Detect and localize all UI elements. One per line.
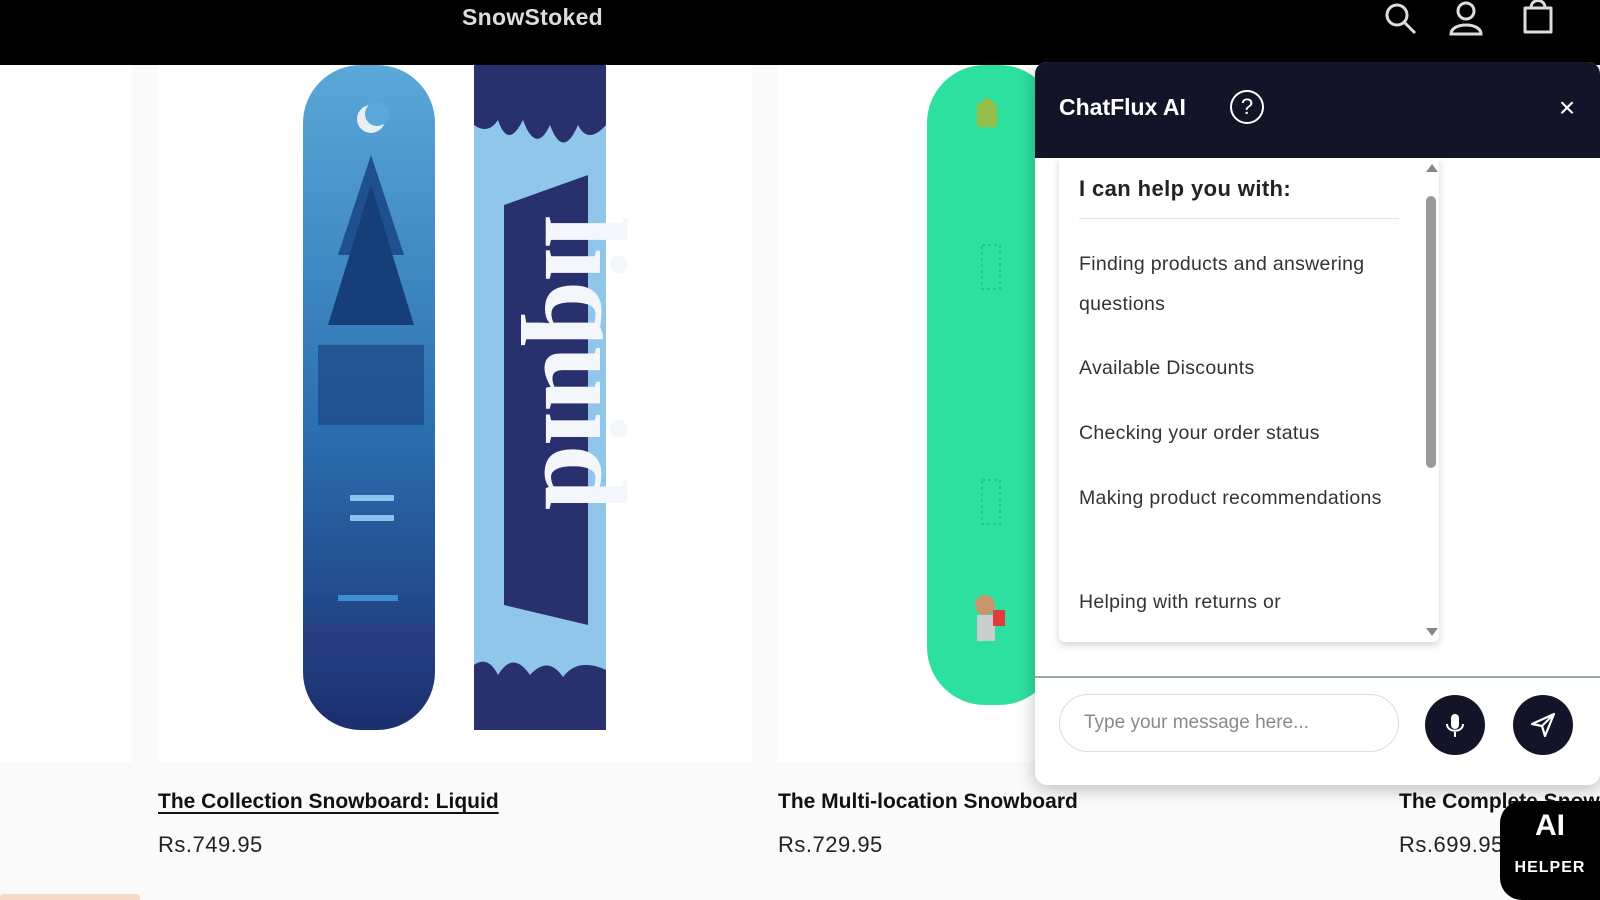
product-title[interactable]: The Multi-location Snowboard (778, 790, 1078, 814)
close-icon[interactable]: × (1551, 92, 1583, 124)
scroll-down-icon[interactable] (1426, 628, 1438, 636)
help-item: Making product recommendations (1079, 487, 1382, 509)
scroll-up-icon[interactable] (1426, 164, 1438, 172)
search-icon[interactable] (1382, 0, 1418, 36)
product-image-collection-snowboard[interactable]: liquid (158, 65, 752, 762)
cart-icon[interactable] (1520, 0, 1556, 36)
help-panel: I can help you with: Finding products an… (1059, 158, 1439, 642)
svg-text:liquid: liquid (520, 215, 651, 510)
microphone-icon (1446, 714, 1464, 737)
scroll-thumb[interactable] (1426, 196, 1436, 468)
product-title[interactable]: The Collection Snowboard: Liquid (158, 790, 499, 814)
store-header: SnowStoked (0, 0, 1600, 65)
message-input[interactable] (1059, 694, 1399, 752)
product-image-partial[interactable] (0, 65, 132, 762)
help-item: Checking your order status (1079, 422, 1320, 444)
ai-helper-sublabel: HELPER (1514, 859, 1586, 876)
help-item: Available Discounts (1079, 357, 1255, 379)
microphone-button[interactable] (1425, 695, 1485, 755)
help-scrollbar[interactable] (1423, 158, 1439, 642)
chat-title: ChatFlux AI (1059, 94, 1186, 120)
chat-widget: ChatFlux AI ? × I can help you with: Fin… (1035, 62, 1600, 785)
send-icon (1530, 712, 1556, 738)
product-price: Rs.749.95 (158, 832, 263, 857)
ai-helper-button[interactable]: AI HELPER (1500, 801, 1600, 900)
divider (1035, 676, 1600, 678)
ai-helper-label: AI (1535, 809, 1565, 842)
product-price: Rs.729.95 (778, 832, 883, 857)
snowboard-liquid-image: liquid (303, 65, 651, 730)
help-heading: I can help you with: (1079, 176, 1292, 201)
help-icon[interactable]: ? (1230, 90, 1264, 124)
help-item: Finding products and answering questions (1079, 253, 1365, 315)
product-price: Rs.699.95 (1399, 832, 1504, 857)
send-button[interactable] (1513, 695, 1573, 755)
chat-header: ChatFlux AI ? × (1035, 62, 1600, 158)
account-icon[interactable] (1448, 0, 1484, 36)
divider (1079, 218, 1399, 219)
store-logo[interactable]: SnowStoked (462, 4, 603, 31)
decorative-strip (0, 894, 140, 900)
help-item: Helping with returns or (1079, 591, 1281, 613)
